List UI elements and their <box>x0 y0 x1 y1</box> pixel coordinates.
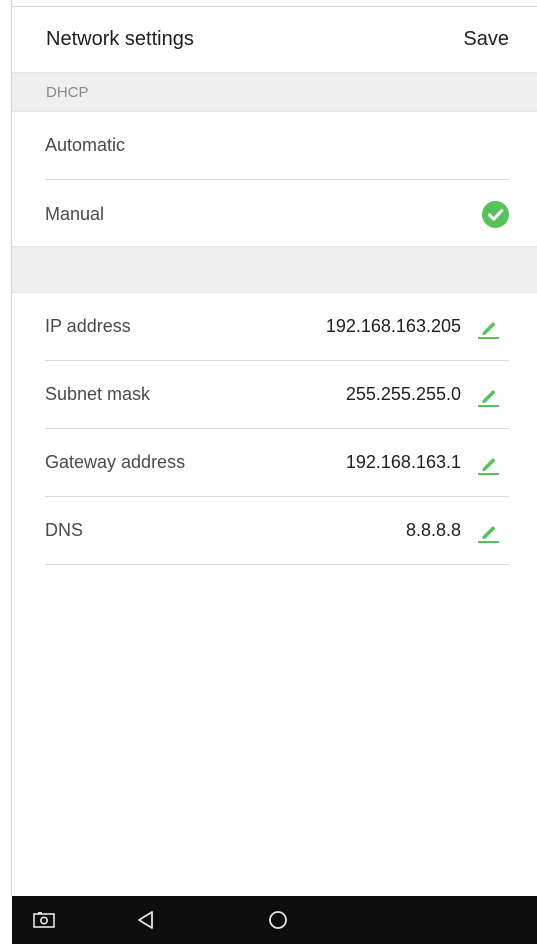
ip-address-row[interactable]: IP address 192.168.163.205 <box>45 293 509 361</box>
ip-address-value: 192.168.163.205 <box>325 316 461 336</box>
pencil-icon[interactable] <box>475 314 501 340</box>
pencil-icon[interactable] <box>475 518 501 544</box>
field-value-group: 8.8.8.8 <box>406 518 509 544</box>
frame-border-left <box>11 0 12 896</box>
page-title: Network settings <box>46 28 194 50</box>
field-label: DNS <box>45 520 84 540</box>
screenshot-icon[interactable] <box>32 908 56 937</box>
back-icon[interactable] <box>134 908 158 937</box>
field-value-group: 192.168.163.205 <box>326 314 509 340</box>
dhcp-option-automatic[interactable]: Automatic <box>45 112 509 180</box>
check-circle-icon <box>482 200 509 228</box>
home-icon[interactable] <box>266 908 290 937</box>
field-value-group: 192.168.163.1 <box>346 450 509 476</box>
subnet-mask-row[interactable]: Subnet mask 255.255.255.0 <box>45 361 509 429</box>
dns-row[interactable]: DNS 8.8.8.8 <box>45 497 509 565</box>
field-label: Gateway address <box>45 452 186 472</box>
field-label: Subnet mask <box>45 384 151 404</box>
gateway-address-row[interactable]: Gateway address 192.168.163.1 <box>45 429 509 497</box>
pencil-icon[interactable] <box>475 450 501 476</box>
save-button[interactable]: Save <box>463 28 509 51</box>
dhcp-option-label: Manual <box>45 203 105 224</box>
field-label: IP address <box>45 316 131 336</box>
dns-value: 8.8.8.8 <box>405 520 461 540</box>
subnet-mask-value: 255.255.255.0 <box>345 384 461 404</box>
top-bar: Network settings Save <box>12 7 537 72</box>
dhcp-section-header: DHCP <box>12 72 537 112</box>
field-value-group: 255.255.255.0 <box>346 382 509 408</box>
dhcp-option-label: Automatic <box>45 135 126 155</box>
system-navigation-bar <box>12 896 537 944</box>
pencil-icon[interactable] <box>475 382 501 408</box>
dhcp-option-manual[interactable]: Manual <box>45 180 509 248</box>
dhcp-section-label: DHCP <box>46 84 89 101</box>
section-separator <box>12 246 537 293</box>
gateway-address-value: 192.168.163.1 <box>345 452 461 472</box>
network-settings-screen: Network settings Save DHCP Automatic Man… <box>0 0 537 944</box>
